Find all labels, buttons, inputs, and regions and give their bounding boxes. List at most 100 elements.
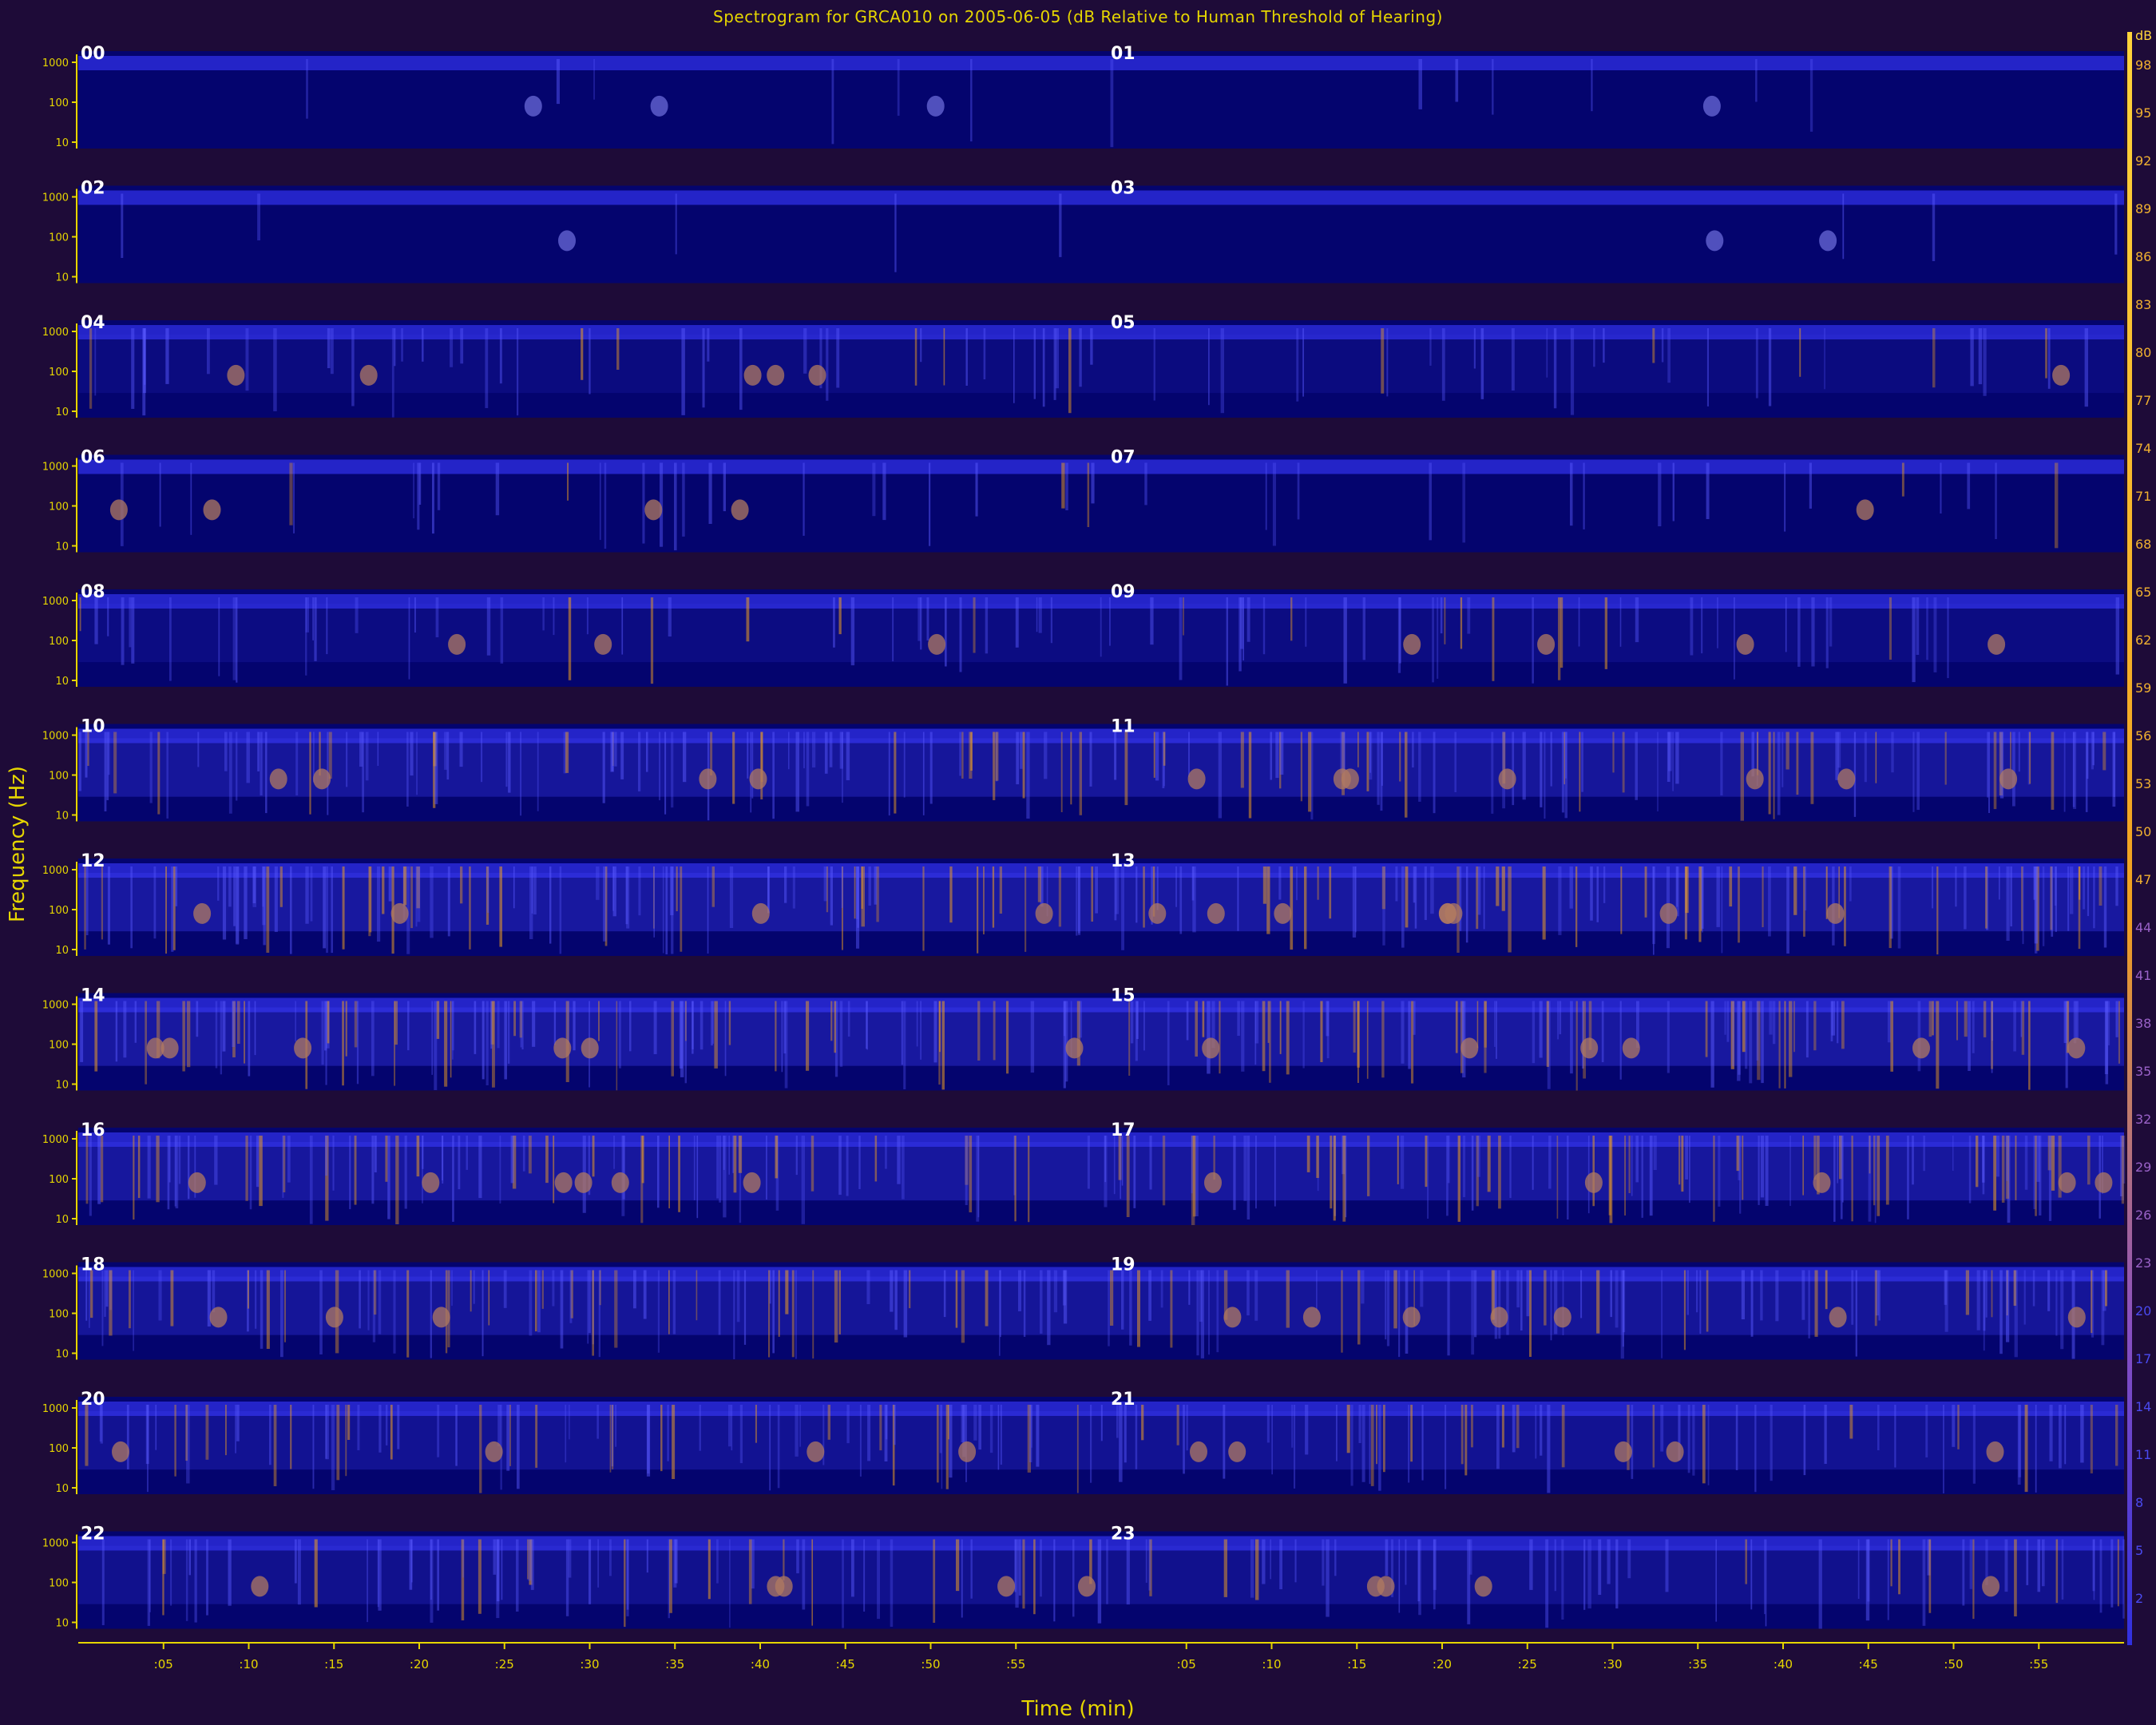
activity-streak	[922, 732, 925, 815]
activity-streak	[254, 1001, 256, 1056]
activity-streak	[1250, 1539, 1254, 1598]
activity-streak	[1983, 1001, 1987, 1037]
activity-streak	[492, 1001, 495, 1088]
activity-streak	[459, 732, 463, 767]
activity-streak	[569, 1270, 573, 1323]
activity-streak	[1564, 732, 1567, 819]
activity-streak	[1326, 1539, 1330, 1617]
activity-streak	[1355, 866, 1357, 933]
activity-streak	[672, 1270, 676, 1334]
colorbar-tick-label: 44	[2135, 920, 2151, 935]
activity-streak	[597, 1539, 599, 1588]
activity-streak	[1386, 1270, 1390, 1346]
activity-streak	[719, 1136, 721, 1203]
sound-blob	[958, 1441, 977, 1462]
activity-streak	[1492, 597, 1495, 681]
activity-streak	[1037, 866, 1041, 902]
activity-streak	[1689, 1136, 1690, 1204]
high-band	[78, 459, 2124, 474]
activity-streak	[1660, 1405, 1664, 1452]
sound-blob	[1614, 1441, 1632, 1462]
activity-streak	[1718, 1136, 1721, 1207]
activity-streak	[1928, 1001, 1932, 1037]
activity-streak	[1627, 1539, 1631, 1579]
activity-streak	[1136, 1001, 1139, 1039]
activity-streak	[955, 1270, 958, 1328]
activity-streak	[2103, 866, 2107, 948]
activity-streak	[222, 866, 227, 940]
activity-streak	[85, 1270, 88, 1321]
activity-streak	[1809, 59, 1813, 132]
activity-streak	[1457, 1136, 1460, 1222]
activity-streak	[1932, 866, 1934, 909]
activity-streak	[1090, 1405, 1092, 1483]
activity-streak	[1063, 1270, 1068, 1324]
activity-streak	[829, 732, 833, 767]
activity-streak	[1526, 1270, 1530, 1317]
colorbar-tick-label: 32	[2135, 1112, 2151, 1127]
activity-streak	[1983, 1270, 1985, 1351]
activity-streak	[1970, 328, 1974, 387]
activity-streak	[224, 732, 228, 771]
activity-streak	[711, 866, 715, 907]
activity-streak	[1837, 1136, 1839, 1184]
sound-blob	[731, 499, 749, 521]
activity-streak	[598, 1270, 600, 1358]
activity-streak	[1262, 597, 1266, 655]
activity-streak	[1922, 1539, 1926, 1626]
activity-streak	[260, 732, 263, 796]
activity-streak	[1233, 1136, 1236, 1211]
activity-streak	[1477, 866, 1481, 915]
activity-streak	[1628, 1136, 1631, 1193]
activity-streak	[1444, 597, 1446, 644]
activity-streak	[1296, 866, 1298, 901]
activity-streak	[2033, 866, 2036, 900]
activity-streak	[1809, 462, 1812, 509]
activity-streak	[2014, 1539, 2017, 1616]
activity-streak	[1706, 328, 1709, 406]
sound-blob	[1490, 1307, 1508, 1328]
activity-streak	[1681, 1136, 1684, 1192]
activity-streak	[535, 1270, 537, 1332]
activity-streak	[1529, 1270, 1532, 1357]
activity-streak	[1581, 732, 1583, 792]
activity-streak	[1126, 1539, 1130, 1605]
activity-streak	[1040, 1270, 1043, 1334]
hour-label: 12	[81, 851, 105, 871]
activity-streak	[2115, 597, 2119, 675]
activity-streak	[894, 1405, 896, 1445]
y-tick-label: 100	[49, 1443, 69, 1455]
activity-streak	[1262, 866, 1266, 904]
sound-blob	[1746, 768, 1764, 790]
activity-streak	[1095, 866, 1098, 914]
activity-streak	[842, 732, 843, 803]
activity-streak	[795, 732, 799, 812]
activity-streak	[1418, 732, 1421, 802]
activity-streak	[894, 732, 897, 814]
sound-blob	[751, 902, 770, 924]
activity-streak	[1079, 328, 1082, 387]
activity-streak	[145, 1405, 149, 1465]
activity-streak	[1286, 1001, 1290, 1075]
sound-blob	[109, 499, 128, 521]
hour-label: 16	[81, 1120, 105, 1140]
sound-blob	[1826, 902, 1845, 924]
activity-streak	[682, 462, 685, 537]
activity-streak	[1591, 59, 1593, 112]
colorbar-strip	[2127, 32, 2132, 1645]
activity-streak	[728, 1136, 730, 1175]
activity-streak	[1471, 1405, 1473, 1448]
activity-streak	[1433, 1539, 1436, 1610]
activity-streak	[499, 328, 502, 384]
activity-streak	[1022, 1539, 1025, 1609]
activity-streak	[1148, 1539, 1151, 1591]
sound-blob	[1223, 1307, 1242, 1328]
activity-streak	[619, 1001, 621, 1069]
activity-streak	[305, 597, 309, 632]
activity-streak	[1916, 732, 1920, 811]
activity-streak	[589, 1539, 592, 1604]
activity-streak	[1471, 1136, 1474, 1211]
activity-streak	[1978, 328, 1983, 385]
activity-streak	[328, 732, 332, 779]
activity-streak	[1964, 866, 1967, 930]
